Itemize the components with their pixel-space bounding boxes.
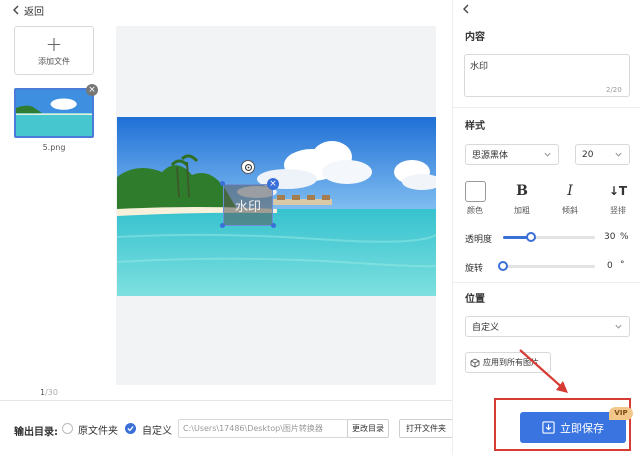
thumbnail-item[interactable] — [14, 88, 94, 138]
cube-icon — [470, 357, 480, 368]
radio-original-label[interactable]: 原文件夹 — [78, 422, 118, 437]
chevron-down-icon — [544, 152, 551, 157]
rotate-slider[interactable] — [498, 261, 595, 271]
preview-image — [117, 117, 436, 296]
watermark-text: 水印 — [234, 199, 261, 215]
font-size-select[interactable]: 20 — [575, 144, 630, 165]
download-icon — [542, 421, 555, 434]
radio-custom-folder[interactable] — [125, 423, 136, 434]
open-folder-button[interactable]: 打开文件夹 — [399, 419, 453, 438]
add-file-label: 添加文件 — [38, 56, 70, 66]
change-directory-button[interactable]: 更改目录 — [347, 419, 389, 438]
opacity-unit: % — [620, 232, 629, 242]
page-count: 1/30 — [40, 388, 58, 397]
thumbnail-image — [16, 90, 92, 136]
chevron-left-icon — [13, 5, 19, 15]
page-total: /30 — [45, 388, 58, 397]
italic-label: 倾斜 — [562, 206, 578, 215]
vertical-label: 竖排 — [610, 206, 626, 215]
content-char-count: 2/20 — [606, 86, 622, 94]
divider — [452, 107, 640, 108]
output-path-field[interactable]: C:\Users\17486\Desktop\图片转换器 — [178, 419, 348, 438]
italic-icon: I — [567, 183, 573, 199]
apply-to-all-button[interactable]: 应用到所有图片 — [465, 352, 551, 373]
add-file-button[interactable]: + 添加文件 — [14, 26, 94, 75]
rotate-value: 0 — [607, 261, 613, 271]
output-label: 输出目录: — [14, 427, 58, 438]
opacity-slider[interactable] — [503, 232, 595, 242]
chevron-down-icon — [615, 324, 622, 329]
check-icon — [127, 426, 134, 432]
opacity-slider-knob[interactable] — [525, 232, 536, 242]
back-button[interactable]: 返回 — [12, 3, 44, 18]
bold-icon: B — [516, 183, 528, 199]
collapse-panel-icon[interactable] — [462, 4, 470, 14]
position-value: 自定义 — [472, 323, 500, 333]
font-family-select[interactable]: 思源黑体 — [465, 144, 559, 165]
thumbnail-name: 5.png — [42, 143, 66, 152]
vertical-text-icon: ↓T — [608, 184, 628, 198]
watermark-object[interactable]: 水印 — [223, 184, 273, 226]
rotate-slider-knob[interactable] — [498, 261, 508, 271]
plus-icon: + — [45, 31, 63, 56]
resize-handle[interactable] — [220, 223, 225, 228]
opacity-value: 30 — [604, 232, 616, 242]
color-label: 颜色 — [467, 206, 483, 215]
vip-badge: VIP — [609, 407, 633, 420]
rotate-label: 旋转 — [465, 264, 484, 274]
opacity-label: 透明度 — [465, 235, 493, 245]
thumbnail-remove-icon[interactable]: × — [86, 84, 98, 96]
radio-original-folder[interactable] — [62, 423, 73, 434]
position-select[interactable]: 自定义 — [465, 316, 630, 337]
apply-to-all-label: 应用到所有图片 — [483, 358, 539, 367]
vertical-text-button[interactable]: ↓T — [606, 181, 630, 201]
bold-button[interactable]: B — [510, 181, 534, 201]
chevron-down-icon — [615, 152, 622, 157]
color-picker[interactable] — [465, 181, 486, 202]
rotate-unit: ° — [620, 260, 625, 270]
font-family-value: 思源黑体 — [472, 151, 509, 161]
radio-custom-label[interactable]: 自定义 — [142, 422, 172, 437]
content-title: 内容 — [465, 32, 485, 43]
position-title: 位置 — [465, 294, 485, 305]
bold-label: 加粗 — [514, 206, 530, 215]
back-label: 返回 — [24, 6, 44, 18]
delete-watermark-icon[interactable]: × — [267, 178, 279, 190]
italic-button[interactable]: I — [558, 181, 582, 201]
save-label: 立即保存 — [560, 421, 604, 435]
divider — [452, 282, 640, 283]
style-title: 样式 — [465, 121, 485, 132]
resize-handle[interactable] — [271, 223, 276, 228]
rotate-icon[interactable] — [241, 160, 255, 174]
resize-handle[interactable] — [220, 181, 225, 186]
font-size-value: 20 — [582, 149, 594, 160]
